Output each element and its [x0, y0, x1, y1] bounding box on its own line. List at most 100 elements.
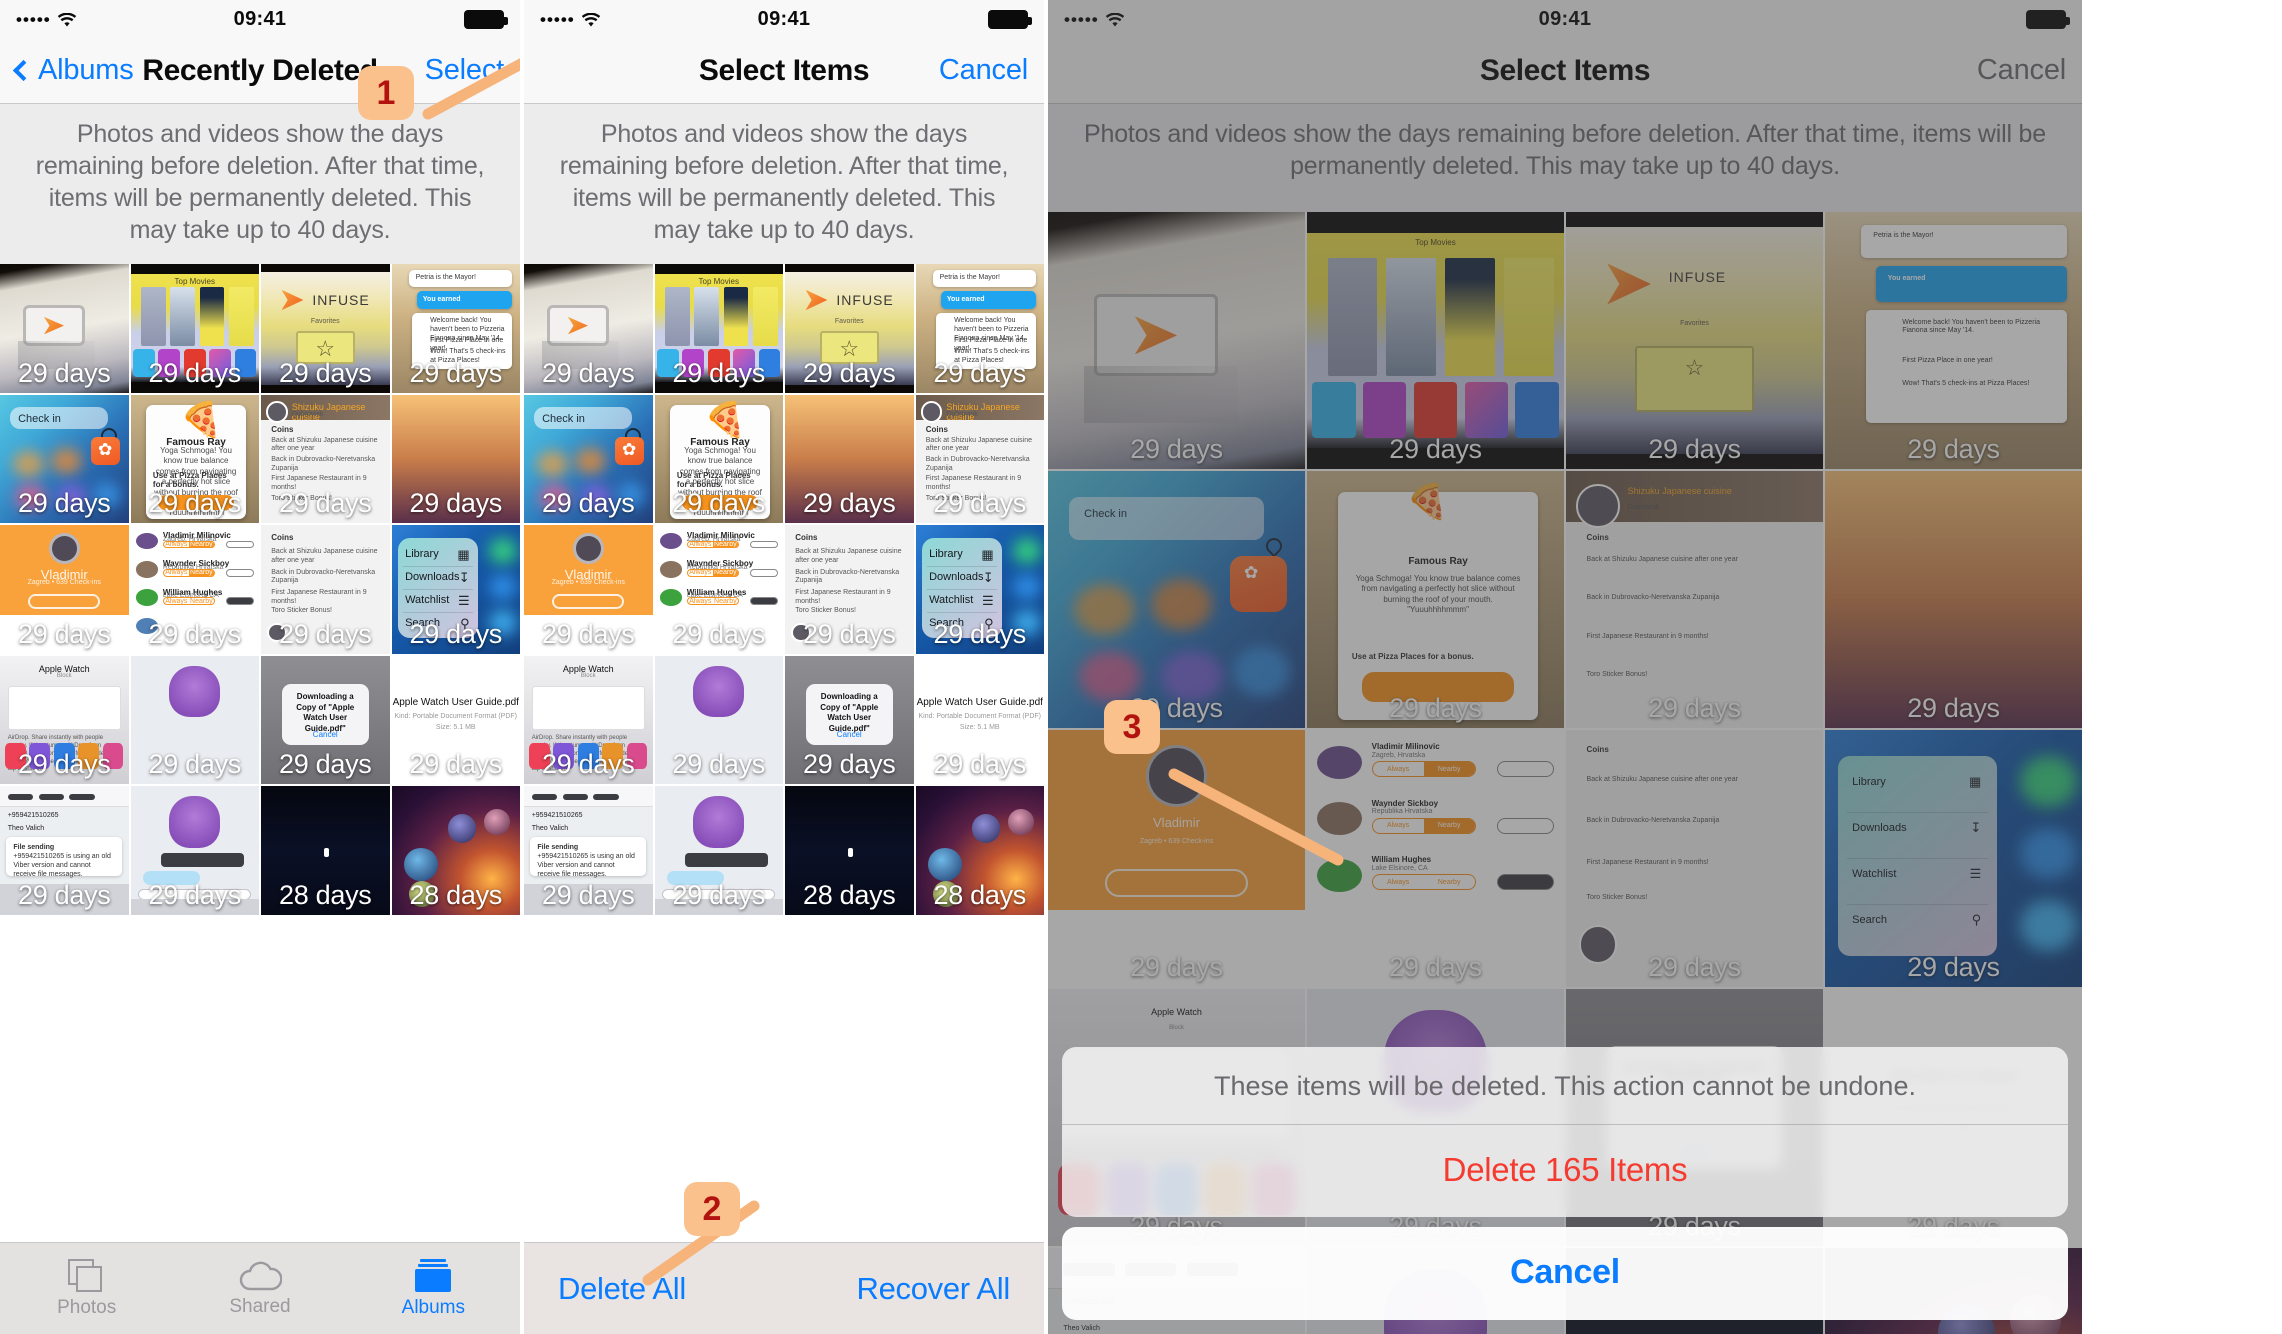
days-remaining-label: 29 days: [542, 879, 635, 910]
cancel-button[interactable]: Cancel: [939, 54, 1028, 87]
grid-cell[interactable]: 29 days: [785, 394, 914, 523]
grid-cell[interactable]: INFUSEFavorites29 days: [785, 264, 914, 393]
infuse-favorites-label: Favorites: [310, 317, 340, 325]
grid-cell[interactable]: Check in29 days: [524, 394, 653, 523]
action-sheet-cancel-button[interactable]: Cancel: [1062, 1227, 2068, 1320]
annotation-badge-3: 3: [1104, 700, 1160, 754]
recover-all-button[interactable]: Recover All: [857, 1271, 1011, 1307]
panel-select-items: ••••• 09:41 Select Items Cancel Photos a…: [524, 0, 1044, 1334]
grid-cell[interactable]: 🍕 Famous Ray Yoga Schmoga! You know true b…: [654, 394, 783, 523]
tab-label: Albums: [401, 1296, 465, 1318]
days-remaining-label: 29 days: [933, 618, 1027, 649]
grid-cell[interactable]: 29 days: [130, 786, 259, 915]
grid-cell[interactable]: Shizuku Japanese cuisine Dubrovnik Coins…: [261, 394, 390, 523]
days-remaining-label: 29 days: [148, 488, 242, 518]
grid-cell[interactable]: Coins Back at Shizuku Japanese cuisine af…: [785, 525, 914, 654]
grid-cell[interactable]: 28 days: [785, 786, 914, 915]
grid-cell[interactable]: 29 days: [391, 394, 520, 523]
grid-cell[interactable]: Check in 29 days: [0, 394, 129, 523]
delete-confirmation-action-sheet: These items will be deleted. This action…: [1062, 1046, 2068, 1320]
days-remaining-label: 29 days: [672, 618, 766, 649]
grid-cell[interactable]: +959421510265Theo ValichFile sending+959…: [524, 786, 653, 915]
grid-cell[interactable]: Vladimir Zagreb • 639 Check-ins 29 days: [0, 525, 129, 654]
coin-row: Back at Shizuku Japanese cuisine after o…: [271, 436, 378, 453]
days-remaining-label: 29 days: [672, 357, 766, 388]
file-alert-title: File sending: [13, 843, 55, 851]
tab-label: Photos: [57, 1296, 117, 1318]
days-remaining-label: 29 days: [672, 488, 766, 518]
grid-cell[interactable]: +959421510265 Theo Valich File sending +…: [0, 786, 129, 915]
grid-cell[interactable]: Apple Watch User Guide.pdf Kind: Portabl…: [391, 655, 520, 784]
status-bar-right: [464, 9, 508, 29]
coin-row: Back in Dubrovacko-Neretvanska Zupanija: [271, 568, 376, 585]
grid-cell[interactable]: 29 days: [130, 655, 259, 784]
days-remaining-label: 29 days: [148, 357, 242, 388]
grid-cell[interactable]: Downloading a Copy of "Apple Watch User …: [785, 655, 914, 784]
nav-bar: Select Items Cancel: [524, 38, 1044, 104]
grid-cell[interactable]: Library ▦ Downloads ↧ Watchlist ☰ Search ⚲ 29 da…: [915, 525, 1044, 654]
grid-cell[interactable]: Vladimir Milinovic Zagreb, Hrvatska Always…: [130, 525, 259, 654]
tab-photos[interactable]: Photos: [0, 1258, 173, 1319]
grid-cell[interactable]: Coins Back at Shizuku Japanese cuisine a…: [261, 525, 390, 654]
days-remaining-label: 29 days: [148, 749, 242, 779]
days-remaining-label: 29 days: [279, 618, 372, 649]
grid-cell[interactable]: 29 days: [524, 264, 653, 393]
grid-cell[interactable]: Downloading a Copy of "Apple Watch User …: [261, 655, 390, 784]
days-remaining-label: 29 days: [18, 357, 111, 388]
grid-cell[interactable]: INFUSEFavorites29 days: [261, 264, 390, 393]
tab-albums[interactable]: Albums: [347, 1258, 520, 1319]
grid-cell[interactable]: Vladimir Milinovic Zagreb, Hrvatska Always…: [654, 525, 783, 654]
download-icon: ↧: [458, 569, 470, 585]
annotation-3-arrow: [1168, 768, 1344, 866]
grid-cell[interactable]: Petria is the Mayor! You earned Welcome ba…: [915, 264, 1044, 393]
grid-cell[interactable]: 28 days: [261, 786, 390, 915]
battery-full-icon: [464, 9, 508, 29]
info-banner: Photos and videos show the days remainin…: [524, 104, 1044, 264]
grid-cell[interactable]: Petria is the Mayor! You earned Welcome …: [391, 264, 520, 393]
days-remaining-label: 28 days: [279, 879, 372, 910]
days-remaining-label: 29 days: [18, 618, 111, 649]
days-remaining-label: 29 days: [18, 749, 111, 779]
grid-cell[interactable]: Top Movies 29 days: [130, 264, 259, 393]
panel-confirm-delete: ••••• 09:41 Select Items Cancel Photos a…: [1048, 0, 2082, 1334]
file-alert-body: +959421510265 is using an old Viber vers…: [13, 853, 111, 879]
download-alert-cancel[interactable]: Cancel: [282, 730, 369, 739]
earned-label: You earned: [422, 295, 461, 303]
infuse-brand-label: INFUSE: [312, 292, 370, 309]
days-remaining-label: 28 days: [933, 879, 1027, 910]
tab-shared[interactable]: Shared: [173, 1260, 346, 1318]
menu-item-label[interactable]: Library: [405, 548, 439, 560]
menu-item-label[interactable]: Downloads: [405, 571, 459, 583]
grid-cell[interactable]: Shizuku Japanese cuisine Dubrovnik Coins Ba…: [915, 394, 1044, 523]
grid-cell[interactable]: 28 days: [391, 786, 520, 915]
grid-cell[interactable]: 28 days: [915, 786, 1044, 915]
days-remaining-label: 29 days: [542, 488, 635, 518]
three-panel-screenshot: ••••• 09:41 Albums Recently Deleted Sele…: [0, 0, 2282, 1334]
grid-cell[interactable]: 29 days: [654, 786, 783, 915]
delete-items-button[interactable]: Delete 165 Items: [1062, 1125, 2068, 1217]
back-button-albums[interactable]: Albums: [12, 54, 134, 87]
swarm-app-icon: [91, 436, 120, 466]
grid-cell[interactable]: Library ▦ Downloads ↧ Watchlist ☰ Search…: [391, 525, 520, 654]
share-sheet-subtitle: Block: [56, 673, 72, 680]
pdf-kind: Kind: Portable Document Format (PDF): [394, 713, 518, 721]
grid-cell[interactable]: 29 days: [0, 264, 129, 393]
grid-icon: ▦: [457, 546, 470, 562]
days-remaining-label: 29 days: [542, 618, 635, 649]
annotation-1-arrow: [422, 58, 520, 120]
grid-cell[interactable]: 29 days: [654, 655, 783, 784]
menu-item-label[interactable]: Watchlist: [405, 594, 449, 606]
coin-row: Toro Sticker Bonus!: [271, 607, 332, 615]
grid-cell[interactable]: Apple WatchBlockAirDrop. Share instantly…: [524, 655, 653, 784]
grid-cell[interactable]: 🍕 Famous Ray Yoga Schmoga! You know true…: [130, 394, 259, 523]
grid-cell[interactable]: Apple Watch Block AirDrop. Share instant…: [0, 655, 129, 784]
grid-cell[interactable]: Vladimir Zagreb • 639 Check-ins 29 days: [524, 525, 653, 654]
tab-bar: Photos Shared Albums: [0, 1242, 520, 1334]
annotation-badge-1: 1: [358, 66, 414, 120]
check-in-label: Check in: [18, 413, 61, 426]
days-remaining-label: 29 days: [672, 879, 766, 910]
action-sheet-message: These items will be deleted. This action…: [1062, 1047, 2068, 1125]
grid-cell[interactable]: Top Movies 29 days: [654, 264, 783, 393]
grid-cell[interactable]: Apple Watch User Guide.pdfKind: Portable…: [915, 655, 1044, 784]
days-remaining-label: 29 days: [803, 618, 896, 649]
